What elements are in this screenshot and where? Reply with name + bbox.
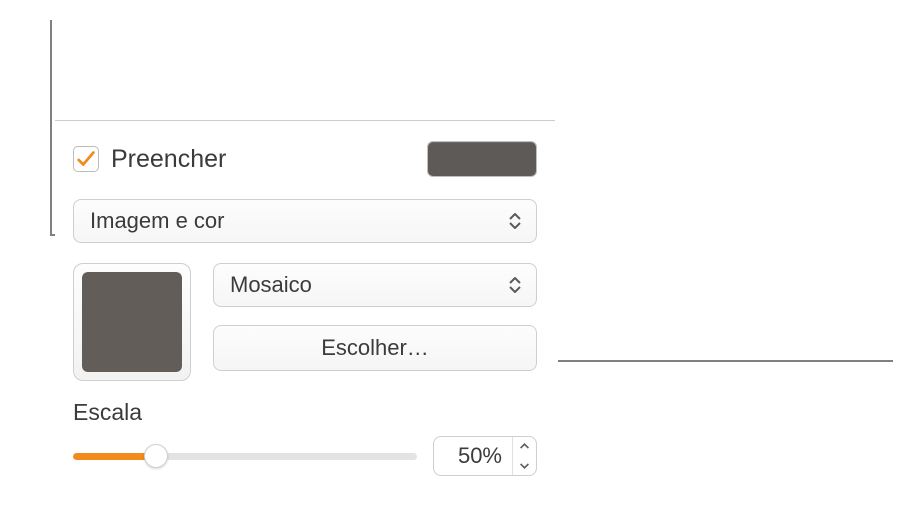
- scale-row: [73, 436, 537, 476]
- scale-slider[interactable]: [73, 441, 417, 471]
- choose-image-label: Escolher…: [321, 335, 429, 361]
- checkmark-icon: [75, 148, 97, 170]
- slider-thumb[interactable]: [144, 444, 168, 468]
- scale-value-box: [433, 436, 537, 476]
- fill-panel: Preencher Imagem e cor Mosaico Escolher…: [55, 120, 555, 502]
- fill-image-thumbnail: [82, 272, 182, 372]
- fill-header: Preencher: [73, 141, 537, 177]
- fill-color-well[interactable]: [427, 141, 537, 177]
- chevron-up-icon: [519, 443, 530, 450]
- updown-arrows-icon: [506, 277, 524, 293]
- fill-type-label: Imagem e cor: [90, 208, 225, 234]
- scale-label: Escala: [73, 399, 537, 426]
- fill-image-controls: Mosaico Escolher…: [213, 263, 537, 381]
- chevron-down-icon: [519, 462, 530, 469]
- fill-checkbox[interactable]: [73, 146, 99, 172]
- choose-image-button[interactable]: Escolher…: [213, 325, 537, 371]
- callout-line-left: [50, 20, 52, 235]
- scale-stepper: [512, 437, 536, 475]
- callout-line-right: [558, 360, 893, 362]
- stepper-down-button[interactable]: [513, 456, 536, 475]
- updown-arrows-icon: [506, 213, 524, 229]
- fill-label: Preencher: [111, 145, 226, 174]
- fill-image-row: Mosaico Escolher…: [73, 263, 537, 381]
- scale-value-input[interactable]: [434, 443, 512, 469]
- fill-image-well[interactable]: [73, 263, 191, 381]
- fill-checkbox-wrap: Preencher: [73, 145, 226, 174]
- fill-scaling-popup[interactable]: Mosaico: [213, 263, 537, 307]
- slider-track: [73, 453, 417, 460]
- stepper-up-button[interactable]: [513, 437, 536, 456]
- fill-scaling-label: Mosaico: [230, 272, 312, 298]
- fill-type-popup[interactable]: Imagem e cor: [73, 199, 537, 243]
